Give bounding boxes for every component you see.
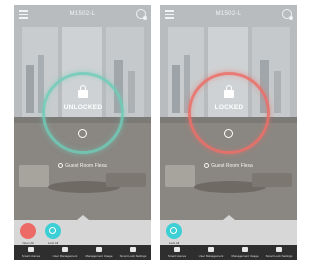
room-name: Guest Room Flexa [160, 163, 297, 169]
room-icon [58, 163, 64, 169]
lock-state-label: UNLOCKED [63, 104, 103, 111]
nav-user-management[interactable]: User Management [48, 245, 82, 260]
room-name-text: Guest Room Flexa [211, 163, 253, 169]
nav-smart-homes[interactable]: Smart Homes [160, 245, 194, 260]
home-icon [174, 247, 180, 252]
nav-label: Smart Homes [21, 254, 41, 258]
device-title: M1502-L [215, 11, 242, 17]
room-name-text: Guest Room Flexa [65, 163, 107, 169]
nav-label: User Management [198, 254, 224, 258]
nav-label: Management Usage [85, 254, 113, 258]
locked-padlock-icon [224, 85, 234, 98]
nav-management-usage[interactable]: Management Usage [228, 245, 262, 260]
nav-label: Management Usage [231, 254, 259, 258]
lock-all-button[interactable] [166, 223, 182, 239]
home-icon [28, 247, 34, 252]
room-name: Guest Room Flexa [14, 163, 151, 169]
nav-smart-lock-settings[interactable]: Smart Lock Settings [262, 245, 296, 260]
phone-screen-unlocked: M1502-L UNLOCKED Guest Room Flexa Open A… [14, 5, 151, 260]
bottom-navigation: Smart Homes User Management Management U… [14, 245, 151, 260]
bottom-navigation: Smart Homes User Management Management U… [160, 245, 297, 260]
lock-settings-icon [276, 247, 282, 252]
device-title: M1502-L [69, 11, 96, 17]
settings-icon[interactable] [282, 9, 293, 20]
phone-screen-locked: M1502-L LOCKED Guest Room Flexa Lock All… [160, 5, 297, 260]
room-icon [204, 163, 210, 169]
fingerprint-icon [224, 129, 233, 138]
nav-label: User Management [52, 254, 78, 258]
nav-management-usage[interactable]: Management Usage [82, 245, 116, 260]
nav-user-management[interactable]: User Management [194, 245, 228, 260]
settings-icon[interactable] [136, 9, 147, 20]
nav-label: Smart Lock Settings [119, 254, 147, 258]
quick-action-tray: Lock All [160, 220, 297, 245]
open-all-button[interactable] [20, 223, 36, 239]
top-bar: M1502-L [160, 5, 297, 25]
chart-icon [96, 247, 102, 252]
lock-settings-icon [130, 247, 136, 252]
lock-all-button[interactable] [45, 223, 61, 239]
nav-label: Smart Lock Settings [265, 254, 293, 258]
quick-action-tray: Open All Lock All [14, 220, 151, 245]
unlocked-padlock-icon [78, 85, 88, 98]
nav-smart-lock-settings[interactable]: Smart Lock Settings [116, 245, 150, 260]
nav-label: Smart Homes [167, 254, 187, 258]
users-icon [62, 247, 68, 252]
chart-icon [242, 247, 248, 252]
top-bar: M1502-L [14, 5, 151, 25]
nav-smart-homes[interactable]: Smart Homes [14, 245, 48, 260]
lock-state-label: LOCKED [214, 104, 244, 111]
users-icon [208, 247, 214, 252]
fingerprint-icon [78, 129, 87, 138]
screenshot-pair: M1502-L UNLOCKED Guest Room Flexa Open A… [0, 0, 303, 261]
